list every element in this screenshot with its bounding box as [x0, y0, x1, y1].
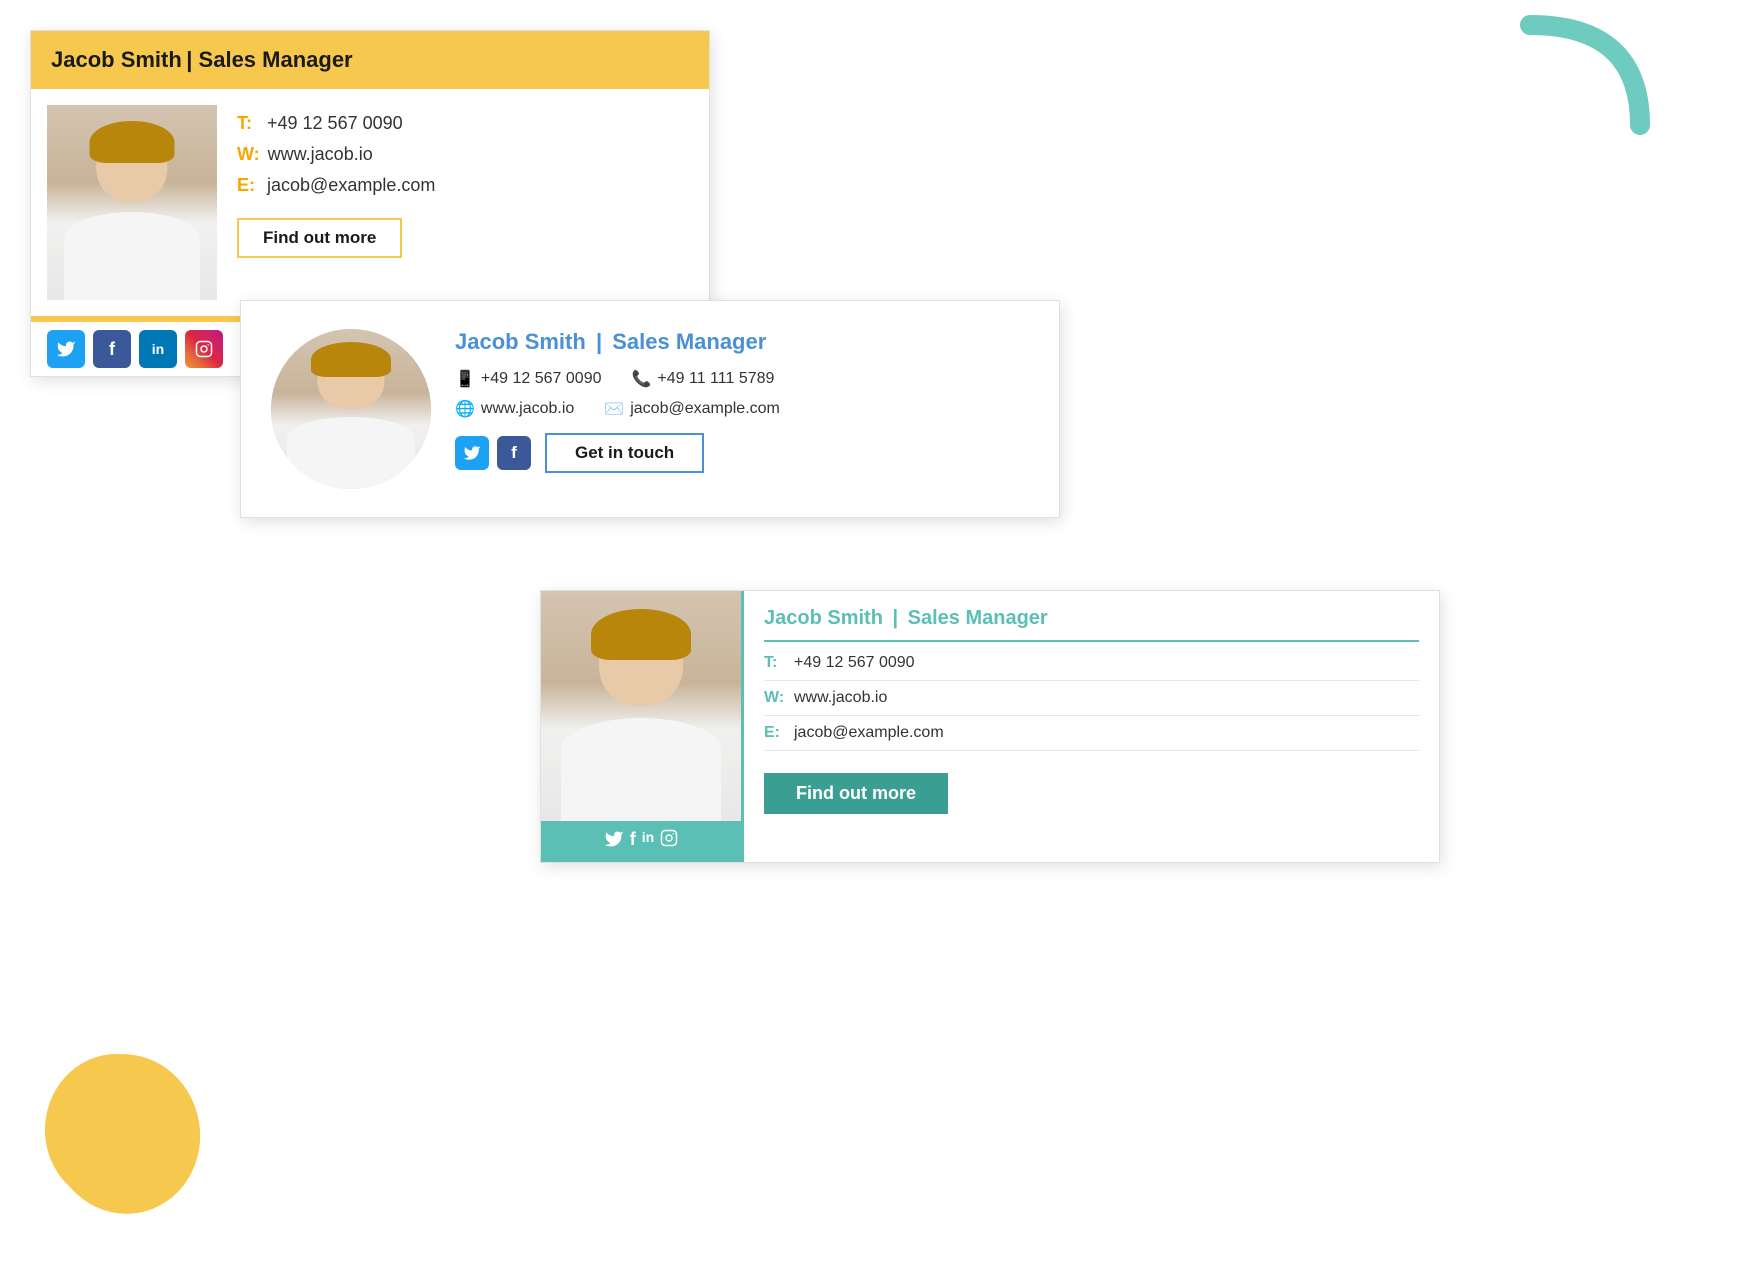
card2-name-row: Jacob Smith | Sales Manager: [455, 329, 1029, 355]
card1-name-title: Jacob Smith: [51, 47, 182, 72]
card2-web-value: www.jacob.io: [481, 400, 574, 418]
card2-web-email-row: 🌐 www.jacob.io ✉️ jacob@example.com: [455, 399, 1029, 419]
card2-job-title: Sales Manager: [612, 329, 766, 354]
card2-facebook-icon[interactable]: f: [497, 436, 531, 470]
card1-linkedin-label: in: [152, 341, 164, 357]
card2-social: f: [455, 436, 531, 470]
card3-sep: |: [892, 607, 903, 629]
card2-mobile-item: 📱 +49 12 567 0090: [455, 369, 601, 389]
card2-email-value: jacob@example.com: [630, 400, 780, 418]
card1-email-label: E:: [237, 175, 259, 196]
card1-body: T: +49 12 567 0090 W: www.jacob.io E: ja…: [31, 89, 709, 316]
card3-linkedin-icon[interactable]: in: [642, 829, 654, 854]
mobile-icon: 📱: [455, 369, 475, 389]
card2-twitter-icon[interactable]: [455, 436, 489, 470]
card3-phone-row: T: +49 12 567 0090: [764, 654, 1419, 681]
card2-desk-item: 📞 +49 11 111 5789: [631, 369, 774, 389]
card2-content: Jacob Smith | Sales Manager 📱 +49 12 567…: [455, 329, 1029, 473]
card3-web-row: W: www.jacob.io: [764, 689, 1419, 716]
card2-cta-button[interactable]: Get in touch: [545, 433, 704, 473]
card3-name: Jacob Smith: [764, 607, 883, 629]
card3-email-row: E: jacob@example.com: [764, 724, 1419, 751]
card2-name-sep: |: [596, 329, 608, 354]
email-signature-card-3: f in Jacob Smith | Sales Manager T: +49 …: [540, 590, 1440, 863]
card1-photo: [47, 105, 217, 300]
card2-web-item: 🌐 www.jacob.io: [455, 399, 574, 419]
phone-icon: 📞: [631, 369, 651, 389]
card3-web-value: www.jacob.io: [794, 689, 887, 707]
card2-facebook-label: f: [511, 443, 517, 463]
card3-web-label: W:: [764, 689, 786, 707]
decorative-yellow-blob: [40, 1044, 210, 1224]
card2-inner: Jacob Smith | Sales Manager 📱 +49 12 567…: [271, 329, 1029, 489]
card1-web-label: W:: [237, 144, 260, 165]
card3-phone-value: +49 12 567 0090: [794, 654, 915, 672]
card1-header: Jacob Smith | Sales Manager: [31, 31, 709, 89]
card3-phone-label: T:: [764, 654, 786, 672]
card3-social-bar: f in: [541, 821, 741, 862]
card3-email-label: E:: [764, 724, 786, 742]
card3-name-row: Jacob Smith | Sales Manager: [764, 607, 1419, 642]
card2-email-item: ✉️ jacob@example.com: [604, 399, 780, 419]
card3-facebook-icon[interactable]: f: [630, 829, 636, 854]
card1-facebook-label: f: [109, 339, 115, 360]
card1-job-title: Sales Manager: [199, 47, 353, 72]
card1-email-value: jacob@example.com: [267, 175, 435, 196]
card1-linkedin-icon[interactable]: in: [139, 330, 177, 368]
card2-photo: [271, 329, 431, 489]
email-signature-card-2: Jacob Smith | Sales Manager 📱 +49 12 567…: [240, 300, 1060, 518]
email-icon: ✉️: [604, 399, 624, 419]
card2-mobile-value: +49 12 567 0090: [481, 370, 602, 388]
card1-info: T: +49 12 567 0090 W: www.jacob.io E: ja…: [237, 105, 693, 300]
portrait-3-hair: [591, 609, 691, 660]
card2-phones-row: 📱 +49 12 567 0090 📞 +49 11 111 5789: [455, 369, 1029, 389]
web-icon: 🌐: [455, 399, 475, 419]
card1-web-row: W: www.jacob.io: [237, 144, 693, 165]
card1-phone-value: +49 12 567 0090: [267, 113, 403, 134]
portrait-1: [47, 105, 217, 300]
portrait-3: [541, 591, 741, 821]
card1-separator: |: [186, 47, 198, 72]
card1-web-value: www.jacob.io: [268, 144, 373, 165]
card1-twitter-icon[interactable]: [47, 330, 85, 368]
card3-email-value: jacob@example.com: [794, 724, 944, 742]
card1-phone-row: T: +49 12 567 0090: [237, 113, 693, 134]
card1-phone-label: T:: [237, 113, 259, 134]
card2-bottom-row: f Get in touch: [455, 433, 1029, 473]
card1-instagram-icon[interactable]: [185, 330, 223, 368]
portrait-2-hair: [311, 342, 391, 377]
card1-cta-button[interactable]: Find out more: [237, 218, 402, 258]
decorative-teal-shape: [1510, 15, 1650, 145]
card3-photo-col: f in: [541, 591, 741, 862]
card3-job-title: Sales Manager: [908, 607, 1048, 629]
card2-name: Jacob Smith: [455, 329, 586, 354]
card3-instagram-icon[interactable]: [660, 829, 678, 854]
portrait-1-hair: [90, 121, 175, 164]
card2-desk-value: +49 11 111 5789: [657, 370, 774, 388]
card3-twitter-icon[interactable]: [604, 829, 624, 854]
card1-email-row: E: jacob@example.com: [237, 175, 693, 196]
card3-cta-button[interactable]: Find out more: [764, 773, 948, 814]
card3-inner: f in Jacob Smith | Sales Manager T: +49 …: [541, 591, 1439, 862]
card3-photo: [541, 591, 741, 821]
portrait-2: [271, 329, 431, 489]
card3-content: Jacob Smith | Sales Manager T: +49 12 56…: [741, 591, 1439, 862]
card1-facebook-icon[interactable]: f: [93, 330, 131, 368]
